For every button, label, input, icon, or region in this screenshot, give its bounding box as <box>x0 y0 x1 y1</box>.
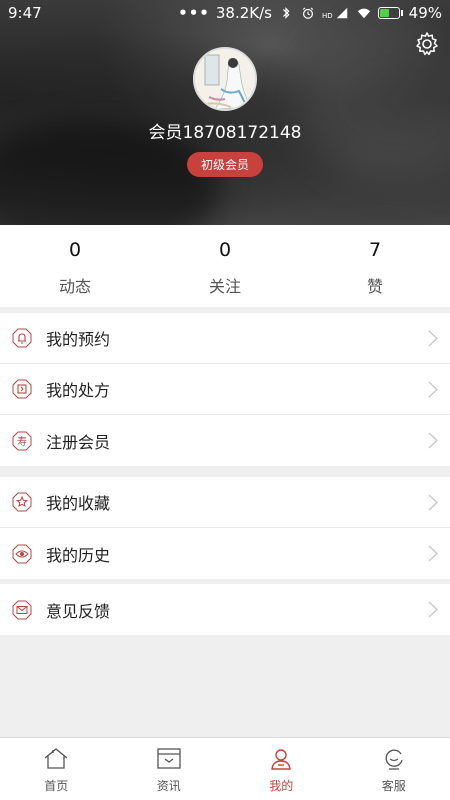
nav-mine[interactable]: 我的 <box>225 738 338 800</box>
eye-icon <box>12 544 32 563</box>
menu-item-favorites[interactable]: 我的收藏 <box>0 477 450 528</box>
menu-item-prescriptions[interactable]: 我的处方 <box>0 364 450 415</box>
menu-label: 我的收藏 <box>46 494 111 513</box>
service-icon <box>385 749 403 770</box>
stat-likes[interactable]: 7 赞 <box>300 225 450 307</box>
member-level-badge: 初级会员 <box>187 152 263 177</box>
stat-likes-value: 7 <box>368 239 382 261</box>
bluetooth-icon <box>282 7 290 19</box>
nav-label: 资讯 <box>156 779 181 793</box>
stat-posts-value: 0 <box>68 239 82 261</box>
svg-text:寿: 寿 <box>17 435 27 448</box>
menu-label: 我的处方 <box>46 381 111 400</box>
chevron-right-icon <box>428 432 438 449</box>
menu-group-feedback: 意见反馈 <box>0 584 450 635</box>
more-dots-icon: ••• <box>178 4 210 22</box>
signal-icon: HD <box>322 6 350 20</box>
chevron-right-icon <box>428 545 438 562</box>
star-icon <box>12 492 32 512</box>
news-icon <box>157 748 181 769</box>
nav-label: 我的 <box>269 779 294 793</box>
menu-group-records: 我的收藏 我的历史 <box>0 477 450 579</box>
chevron-right-icon <box>428 494 438 511</box>
nav-home[interactable]: 首页 <box>0 738 113 800</box>
profile-header: 9:47 ••• 38.2K/s HD 49% 会员18708172148 初级… <box>0 0 450 225</box>
menu-label: 我的预约 <box>46 330 111 349</box>
stat-following-value: 0 <box>218 239 232 261</box>
avatar[interactable] <box>193 47 257 111</box>
stats-bar: 0 动态 0 关注 7 赞 <box>0 225 450 307</box>
nav-news[interactable]: 资讯 <box>113 738 226 800</box>
battery-percent: 49% <box>408 4 442 22</box>
menu-label: 注册会员 <box>46 432 111 452</box>
prescription-icon <box>12 379 32 399</box>
nav-label: 首页 <box>44 779 69 793</box>
stat-likes-label: 赞 <box>366 277 383 296</box>
status-time: 9:47 <box>8 4 42 22</box>
menu-label: 我的历史 <box>46 545 111 565</box>
menu-item-history[interactable]: 我的历史 <box>0 528 450 579</box>
bottom-nav: 首页 资讯 我的 客服 <box>0 737 450 800</box>
chevron-right-icon <box>428 381 438 398</box>
chevron-right-icon <box>428 330 438 347</box>
mail-icon <box>12 600 32 619</box>
menu-label: 意见反馈 <box>46 601 111 621</box>
menu-item-appointments[interactable]: 我的预约 <box>0 313 450 364</box>
stat-following[interactable]: 0 关注 <box>150 225 300 307</box>
bell-icon <box>12 328 32 348</box>
stat-posts-label: 动态 <box>58 277 91 296</box>
stat-posts[interactable]: 0 动态 <box>0 225 150 307</box>
settings-gear-icon[interactable] <box>414 31 440 57</box>
user-icon <box>271 749 292 770</box>
network-speed: 38.2K/s <box>215 4 272 22</box>
username: 会员18708172148 <box>148 123 302 143</box>
shou-icon: 寿 <box>12 431 32 450</box>
status-bar: 9:47 ••• 38.2K/s HD 49% <box>0 0 450 26</box>
chevron-right-icon <box>428 601 438 618</box>
home-icon <box>44 748 68 769</box>
nav-label: 客服 <box>381 779 406 793</box>
menu-item-register-member[interactable]: 寿 注册会员 <box>0 415 450 466</box>
stat-following-label: 关注 <box>208 277 241 296</box>
alarm-icon <box>302 7 314 19</box>
menu-group-services: 我的预约 我的处方 寿 注册会员 <box>0 313 450 466</box>
wifi-icon <box>357 8 370 19</box>
nav-service[interactable]: 客服 <box>338 738 450 800</box>
battery-icon <box>377 7 403 19</box>
menu-item-feedback[interactable]: 意见反馈 <box>0 584 450 635</box>
